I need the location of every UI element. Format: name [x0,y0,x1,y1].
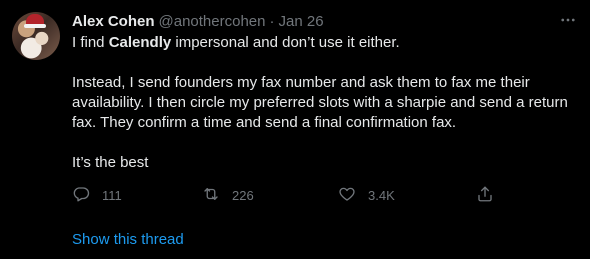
retweet-icon [202,185,220,206]
tweet-paragraph-2: Instead, I send founders my fax number a… [72,74,568,131]
avatar[interactable] [12,12,60,60]
reply-button[interactable]: 111 [72,185,122,205]
reply-count: 111 [102,187,122,203]
tweet-date[interactable]: Jan 26 [279,13,324,30]
header-separator: · [269,12,275,30]
paragraph-1-suffix: impersonal and don’t use it either. [171,34,400,51]
like-count: 3.4K [368,187,395,203]
tweet[interactable]: Alex Cohen @anothercohen · Jan 26 I find… [0,0,590,259]
show-thread-link[interactable]: Show this thread [72,231,184,248]
like-button[interactable]: 3.4K [338,185,395,205]
paragraph-1-prefix: I find [72,34,109,51]
retweet-count: 226 [232,187,254,203]
author-handle[interactable]: @anothercohen [159,13,266,30]
retweet-button[interactable]: 226 [202,185,254,205]
tweet-actions: 111 226 3.4K [72,185,512,205]
author-name[interactable]: Alex Cohen [72,13,155,30]
tweet-paragraph-1: I find Calendly impersonal and don’t use… [72,33,572,53]
santa-hat-trim [24,24,46,28]
tweet-header: Alex Cohen @anothercohen · Jan 26 [72,11,324,31]
calendly-mention: Calendly [108,34,172,51]
share-button[interactable] [476,185,494,205]
share-icon [476,185,494,206]
more-options-icon[interactable] [556,10,580,30]
heart-icon [338,185,356,206]
tweet-paragraph-3: It’s the best [72,154,149,171]
tweet-text: I find Calendly impersonal and don’t use… [72,33,572,173]
reply-icon [72,185,90,206]
